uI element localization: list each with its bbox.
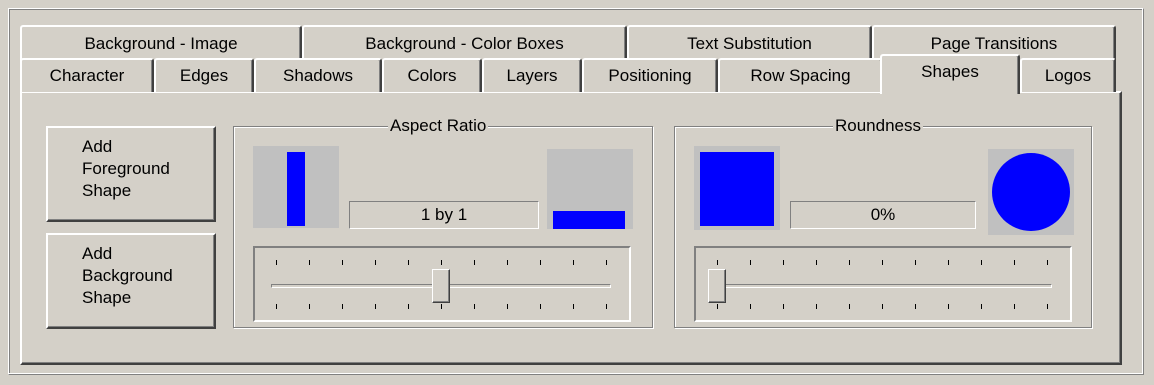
roundness-readout: 0% (790, 201, 976, 229)
tab-label: Logos (1044, 66, 1092, 85)
slider-tick (948, 304, 949, 309)
wide-shape-preview (547, 149, 633, 229)
slider-tick (540, 304, 541, 309)
slider-tick (849, 304, 850, 309)
slider-thumb[interactable] (432, 269, 450, 303)
tab-label: Positioning (608, 66, 692, 85)
slider-tick (981, 260, 982, 265)
slider-tick (1047, 260, 1048, 265)
square-icon (700, 152, 774, 226)
aspect-ratio-readout: 1 by 1 (349, 201, 539, 229)
slider-tick (717, 260, 718, 265)
slider-tick (606, 304, 607, 309)
slider-tick (717, 304, 718, 309)
tab-edges[interactable]: Edges (154, 58, 254, 92)
slider-tick (1014, 304, 1015, 309)
tall-rectangle-icon (287, 152, 305, 226)
slider-tick (1047, 304, 1048, 309)
slider-tick (540, 260, 541, 265)
tab-label: Colors (407, 66, 457, 85)
circle-shape-preview (988, 149, 1074, 235)
tab-background-image[interactable]: Background - Image (20, 25, 302, 61)
slider-tick (474, 260, 475, 265)
slider-tick (507, 260, 508, 265)
slider-tick (882, 260, 883, 265)
slider-tick (816, 304, 817, 309)
slider-tick (276, 260, 277, 265)
tab-label: Row Spacing (750, 66, 851, 85)
slider-tick (375, 304, 376, 309)
tab-layers[interactable]: Layers (482, 58, 582, 92)
shapes-options-window: Background - Image Background - Color Bo… (0, 0, 1154, 385)
square-shape-preview (694, 146, 780, 230)
slider-tick (882, 304, 883, 309)
roundness-slider[interactable] (694, 246, 1072, 322)
slider-tick (441, 260, 442, 265)
slider-tick (408, 304, 409, 309)
roundness-title: Roundness (833, 116, 924, 136)
slider-tick (309, 260, 310, 265)
wide-rectangle-icon (553, 211, 625, 229)
tab-label: Background - Image (84, 34, 238, 53)
slider-tick (783, 260, 784, 265)
slider-tick (573, 260, 574, 265)
tab-shapes[interactable]: Shapes (880, 54, 1020, 94)
roundness-group: Roundness 0% (674, 116, 1092, 328)
tab-label: Page Transitions (930, 34, 1058, 53)
tab-label: Shapes (921, 62, 979, 81)
tall-shape-preview (253, 146, 339, 228)
slider-tick (276, 304, 277, 309)
slider-tick (1014, 260, 1015, 265)
slider-thumb[interactable] (708, 269, 726, 303)
slider-tick (849, 260, 850, 265)
tab-label: Shadows (283, 66, 353, 85)
slider-tick (507, 304, 508, 309)
add-foreground-shape-button[interactable]: Add Foreground Shape (46, 126, 216, 222)
slider-tick (606, 260, 607, 265)
tab-colors[interactable]: Colors (382, 58, 482, 92)
tab-background-color-boxes[interactable]: Background - Color Boxes (302, 25, 627, 61)
slider-tick (948, 260, 949, 265)
slider-tick (783, 304, 784, 309)
slider-tick (342, 260, 343, 265)
slider-tick (750, 260, 751, 265)
tab-label: Edges (179, 66, 229, 85)
slider-tick (981, 304, 982, 309)
slider-tick (441, 304, 442, 309)
aspect-ratio-title: Aspect Ratio (388, 116, 489, 136)
slider-tick (408, 260, 409, 265)
tab-text-substitution[interactable]: Text Substitution (627, 25, 872, 61)
add-background-shape-button[interactable]: Add Background Shape (46, 233, 216, 329)
slider-tick (750, 304, 751, 309)
tab-logos[interactable]: Logos (1020, 58, 1116, 92)
slider-tick (342, 304, 343, 309)
slider-tick (474, 304, 475, 309)
tab-label: Layers (506, 66, 558, 85)
slider-tick (816, 260, 817, 265)
slider-track (712, 284, 1052, 288)
slider-tick (915, 260, 916, 265)
tab-shadows[interactable]: Shadows (254, 58, 382, 92)
tab-character[interactable]: Character (20, 58, 154, 92)
aspect-ratio-slider[interactable] (253, 246, 631, 322)
slider-tick (915, 304, 916, 309)
tab-label: Background - Color Boxes (365, 34, 564, 53)
tab-row-spacing[interactable]: Row Spacing (718, 58, 883, 92)
circle-icon (992, 153, 1070, 231)
slider-tick (573, 304, 574, 309)
tab-label: Text Substitution (687, 34, 812, 53)
tab-positioning[interactable]: Positioning (582, 58, 718, 92)
slider-tick (375, 260, 376, 265)
tab-label: Character (49, 66, 125, 85)
slider-tick (309, 304, 310, 309)
aspect-ratio-group: Aspect Ratio 1 by 1 (233, 116, 653, 328)
